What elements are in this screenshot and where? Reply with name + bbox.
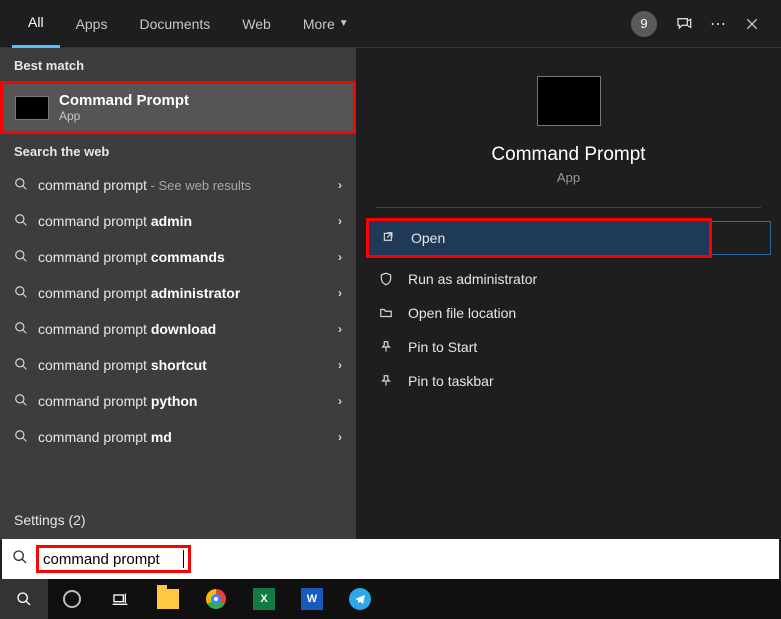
search-web-header: Search the web bbox=[0, 134, 356, 167]
search-icon bbox=[14, 213, 28, 230]
command-prompt-icon bbox=[15, 96, 49, 120]
taskbar-file-explorer-icon[interactable] bbox=[144, 579, 192, 619]
web-suggestion-label: command prompt python bbox=[38, 393, 197, 409]
chevron-down-icon: ▼ bbox=[339, 18, 349, 29]
search-icon bbox=[14, 177, 28, 194]
taskbar-taskview-icon[interactable] bbox=[96, 579, 144, 619]
open-icon bbox=[381, 231, 397, 245]
tab-web[interactable]: Web bbox=[226, 0, 287, 48]
rewards-badge[interactable]: 9 bbox=[631, 11, 657, 37]
web-suggestion-item[interactable]: command prompt md › bbox=[0, 419, 356, 455]
web-suggestion-item[interactable]: command prompt - See web results › bbox=[0, 167, 356, 203]
web-suggestion-item[interactable]: command prompt administrator › bbox=[0, 275, 356, 311]
search-box[interactable] bbox=[2, 539, 779, 579]
action-pin-to-start[interactable]: Pin to Start bbox=[366, 330, 771, 364]
command-prompt-icon bbox=[537, 76, 601, 126]
taskbar: X W bbox=[0, 579, 781, 619]
web-suggestion-item[interactable]: command prompt commands › bbox=[0, 239, 356, 275]
taskbar-cortana-icon[interactable] bbox=[48, 579, 96, 619]
search-icon bbox=[12, 549, 28, 570]
selection-highlight bbox=[712, 221, 771, 255]
chevron-right-icon: › bbox=[338, 214, 342, 228]
chevron-right-icon: › bbox=[338, 286, 342, 300]
options-icon[interactable]: ⋯ bbox=[701, 7, 735, 41]
feedback-icon[interactable] bbox=[667, 7, 701, 41]
detail-title: Command Prompt bbox=[491, 144, 645, 166]
tab-more[interactable]: More▼ bbox=[287, 0, 365, 48]
web-suggestion-item[interactable]: command prompt download › bbox=[0, 311, 356, 347]
tab-documents[interactable]: Documents bbox=[123, 0, 226, 48]
search-icon bbox=[14, 357, 28, 374]
pin-icon bbox=[378, 340, 394, 354]
web-suggestion-label: command prompt shortcut bbox=[38, 357, 207, 373]
search-icon bbox=[14, 393, 28, 410]
text-caret bbox=[183, 550, 184, 568]
tab-all[interactable]: All bbox=[12, 0, 60, 48]
web-suggestion-item[interactable]: command prompt shortcut › bbox=[0, 347, 356, 383]
search-icon bbox=[14, 285, 28, 302]
divider bbox=[376, 207, 761, 208]
search-filter-bar: All Apps Documents Web More▼ 9 ⋯ bbox=[0, 0, 781, 48]
action-label: Run as administrator bbox=[408, 271, 537, 287]
web-suggestion-label: command prompt - See web results bbox=[38, 177, 251, 193]
best-match-subtitle: App bbox=[59, 109, 189, 123]
chevron-right-icon: › bbox=[338, 322, 342, 336]
pin-icon bbox=[378, 374, 394, 388]
close-icon[interactable] bbox=[735, 7, 769, 41]
taskbar-chrome-icon[interactable] bbox=[192, 579, 240, 619]
chevron-right-icon: › bbox=[338, 430, 342, 444]
web-suggestion-label: command prompt download bbox=[38, 321, 216, 337]
shield-icon bbox=[378, 272, 394, 286]
best-match-title: Command Prompt bbox=[59, 92, 189, 109]
tab-apps[interactable]: Apps bbox=[60, 0, 124, 48]
chevron-right-icon: › bbox=[338, 178, 342, 192]
search-input[interactable] bbox=[43, 551, 183, 568]
best-match-header: Best match bbox=[0, 48, 356, 81]
settings-results-link[interactable]: Settings (2) bbox=[0, 500, 356, 540]
chevron-right-icon: › bbox=[338, 394, 342, 408]
taskbar-telegram-icon[interactable] bbox=[336, 579, 384, 619]
web-suggestion-item[interactable]: command prompt python › bbox=[0, 383, 356, 419]
detail-panel: Command Prompt App Open bbox=[356, 48, 781, 540]
action-open-file-location[interactable]: Open file location bbox=[366, 296, 771, 330]
folder-icon bbox=[378, 306, 394, 320]
web-suggestion-label: command prompt md bbox=[38, 429, 172, 445]
search-icon bbox=[14, 249, 28, 266]
taskbar-search-icon[interactable] bbox=[0, 579, 48, 619]
web-suggestion-item[interactable]: command prompt admin › bbox=[0, 203, 356, 239]
best-match-item[interactable]: Command Prompt App bbox=[0, 81, 356, 134]
web-suggestion-label: command prompt administrator bbox=[38, 285, 240, 301]
action-label: Open file location bbox=[408, 305, 516, 321]
search-icon bbox=[14, 321, 28, 338]
action-label: Open bbox=[411, 230, 445, 246]
web-suggestions-list: command prompt - See web results›command… bbox=[0, 167, 356, 500]
chevron-right-icon: › bbox=[338, 250, 342, 264]
results-panel: Best match Command Prompt App Search the… bbox=[0, 48, 356, 540]
action-open[interactable]: Open bbox=[369, 221, 709, 255]
action-pin-to-taskbar[interactable]: Pin to taskbar bbox=[366, 364, 771, 398]
taskbar-excel-icon[interactable]: X bbox=[240, 579, 288, 619]
chevron-right-icon: › bbox=[338, 358, 342, 372]
taskbar-word-icon[interactable]: W bbox=[288, 579, 336, 619]
search-icon bbox=[14, 429, 28, 446]
action-run-as-admin[interactable]: Run as administrator bbox=[366, 262, 771, 296]
action-label: Pin to taskbar bbox=[408, 373, 494, 389]
web-suggestion-label: command prompt commands bbox=[38, 249, 225, 265]
detail-type: App bbox=[557, 170, 580, 185]
web-suggestion-label: command prompt admin bbox=[38, 213, 192, 229]
actions-list: Open Run as administrator Open file loca… bbox=[356, 218, 781, 398]
action-label: Pin to Start bbox=[408, 339, 477, 355]
